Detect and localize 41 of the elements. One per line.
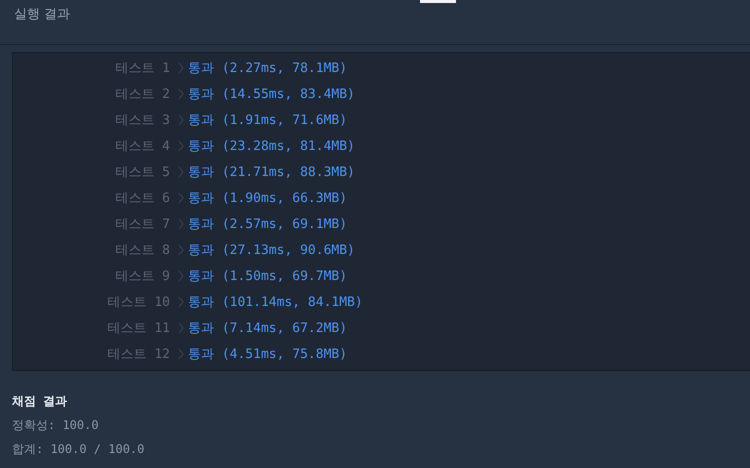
- test-result: 통과 (4.51ms, 75.8MB): [188, 346, 348, 363]
- chevron-right-icon: [178, 140, 184, 152]
- summary-line: 합계: 100.0 / 100.0: [12, 441, 146, 458]
- chevron-right-icon: [178, 192, 184, 204]
- test-result: 통과 (7.14ms, 67.2MB): [188, 320, 348, 337]
- test-result: 통과 (2.27ms, 78.1MB): [188, 60, 348, 77]
- chevron-right-icon: [178, 218, 184, 230]
- test-label: 테스트 8: [114, 242, 170, 259]
- test-label: 테스트 3: [114, 112, 170, 129]
- test-result: 통과 (1.91ms, 71.6MB): [188, 112, 348, 129]
- test-label: 테스트 6: [114, 190, 170, 207]
- test-result: 통과 (101.14ms, 84.1MB): [188, 294, 364, 311]
- test-label: 테스트 12: [106, 346, 170, 363]
- test-result: 통과 (2.57ms, 69.1MB): [188, 216, 348, 233]
- test-result: 통과 (1.50ms, 69.7MB): [188, 268, 348, 285]
- test-label: 테스트 4: [114, 138, 170, 155]
- test-label: 테스트 9: [114, 268, 170, 285]
- chevron-right-icon: [178, 62, 184, 74]
- test-label: 테스트 2: [114, 86, 170, 103]
- test-result: 통과 (14.55ms, 83.4MB): [188, 86, 356, 103]
- test-result: 통과 (23.28ms, 81.4MB): [188, 138, 356, 155]
- test-label: 테스트 1: [114, 60, 170, 77]
- test-result: 통과 (1.90ms, 66.3MB): [188, 190, 348, 207]
- chevron-right-icon: [178, 88, 184, 100]
- chevron-right-icon: [178, 322, 184, 334]
- tab-marker: [420, 0, 456, 3]
- chevron-right-icon: [178, 270, 184, 282]
- chevron-right-icon: [178, 166, 184, 178]
- summary-title: 채점 결과: [12, 393, 68, 410]
- chevron-right-icon: [178, 114, 184, 126]
- chevron-right-icon: [178, 244, 184, 256]
- test-label: 테스트 7: [114, 216, 170, 233]
- test-label: 테스트 10: [106, 294, 170, 311]
- summary-line: 정확성: 100.0: [12, 417, 100, 434]
- test-label: 테스트 5: [114, 164, 170, 181]
- chevron-right-icon: [178, 348, 184, 360]
- test-result: 통과 (21.71ms, 88.3MB): [188, 164, 356, 181]
- chevron-right-icon: [178, 296, 184, 308]
- section-title: 실행 결과: [14, 6, 70, 23]
- test-label: 테스트 11: [106, 320, 170, 337]
- test-result: 통과 (27.13ms, 90.6MB): [188, 242, 356, 259]
